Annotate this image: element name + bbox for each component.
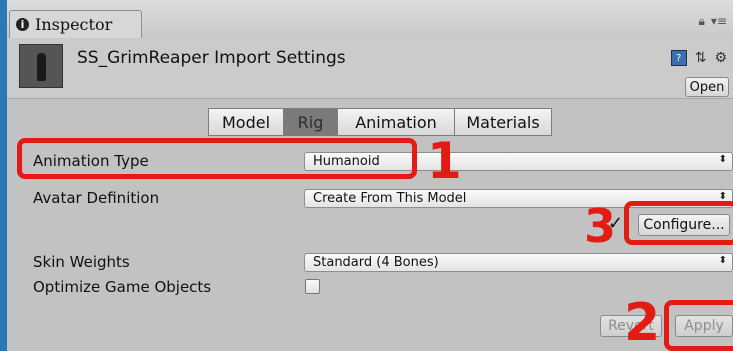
- page-title: SS_GrimReaper Import Settings: [77, 48, 346, 68]
- optimize-label: Optimize Game Objects: [33, 278, 212, 296]
- tab-model[interactable]: Model: [208, 108, 284, 136]
- annotation-number-2: 2: [624, 293, 661, 351]
- tab-controls: 🔒︎ ▾≡: [699, 14, 727, 29]
- highlight-box-configure: [624, 201, 733, 245]
- gear-icon[interactable]: ⚙: [714, 50, 727, 66]
- skin-weights-label: Skin Weights: [33, 253, 130, 271]
- tab-materials[interactable]: Materials: [454, 108, 552, 136]
- tab-rig[interactable]: Rig: [283, 108, 338, 136]
- preset-icon[interactable]: ⇅: [695, 50, 707, 66]
- import-tabs: Model Rig Animation Materials: [208, 108, 552, 136]
- annotation-number-3: 3: [584, 199, 617, 253]
- skin-weights-value: Standard (4 Bones): [313, 255, 439, 270]
- inspector-window: i Inspector 🔒︎ ▾≡ SS_GrimReaper Import S…: [7, 0, 733, 351]
- tab-label: Inspector: [35, 15, 113, 34]
- highlight-box-animation-type: [17, 138, 417, 179]
- header-icons: ? ⇅ ⚙: [670, 50, 727, 66]
- help-icon[interactable]: ?: [670, 50, 687, 66]
- model-thumbnail: [19, 44, 63, 88]
- tab-inspector[interactable]: i Inspector: [9, 10, 142, 38]
- dropdown-arrow-icon: ⬍: [718, 255, 727, 266]
- lock-icon[interactable]: 🔒︎: [699, 14, 705, 29]
- import-header: SS_GrimReaper Import Settings ? ⇅ ⚙ Open: [7, 38, 733, 99]
- optimize-checkbox[interactable]: [305, 279, 320, 294]
- skin-weights-dropdown[interactable]: Standard (4 Bones) ⬍: [304, 253, 733, 272]
- dropdown-arrow-icon: ⬍: [718, 154, 727, 165]
- menu-icon[interactable]: ▾≡: [711, 14, 727, 29]
- avatar-definition-label: Avatar Definition: [33, 189, 160, 207]
- open-button[interactable]: Open: [685, 77, 729, 97]
- avatar-definition-value: Create From This Model: [313, 191, 467, 206]
- tab-strip: i Inspector 🔒︎ ▾≡: [7, 0, 733, 39]
- info-icon: i: [16, 18, 29, 31]
- highlight-box-apply: [664, 300, 733, 351]
- annotation-number-1: 1: [427, 132, 462, 190]
